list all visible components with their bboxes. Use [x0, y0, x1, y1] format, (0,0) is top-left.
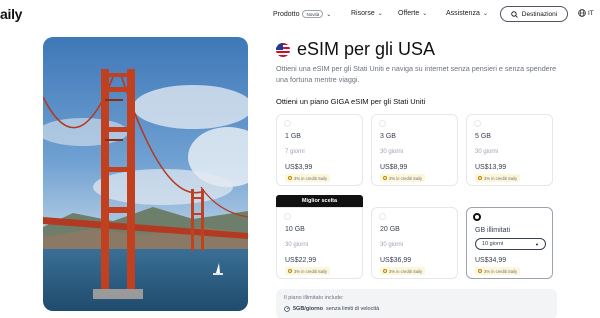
- chevron-down-icon: ⌄: [482, 11, 488, 17]
- nav-product-label: Prodotto: [273, 10, 300, 18]
- credit-badge: 3% in crediti Saily: [380, 267, 426, 275]
- plans-heading: Ottieni un piano GIGA eSIM per gli Stati…: [276, 97, 426, 106]
- coin-icon: [288, 176, 292, 180]
- plan-card-5gb[interactable]: 5 GB 30 giorni US$13,99 3% in crediti Sa…: [466, 114, 553, 186]
- nav-support[interactable]: Assistenza ⌄: [446, 10, 488, 17]
- nav-offers[interactable]: Offerte ⌄: [398, 10, 427, 17]
- usa-flag-icon: [276, 42, 290, 57]
- plan-data-amount: 1 GB: [285, 133, 301, 140]
- golden-gate-bridge-image: [43, 37, 248, 311]
- plan-card-1gb[interactable]: 1 GB 7 giorni US$3,99 3% in crediti Sail…: [276, 114, 363, 186]
- credit-badge: 3% in crediti Saily: [475, 174, 521, 182]
- coin-icon: [288, 269, 292, 273]
- destinations-button[interactable]: Destinazioni: [500, 6, 568, 22]
- plan-card-3gb[interactable]: 3 GB 30 giorni US$8,99 3% in crediti Sai…: [371, 114, 458, 186]
- coin-icon: [383, 269, 387, 273]
- plan-radio[interactable]: [379, 213, 386, 220]
- coin-icon: [478, 176, 482, 180]
- credit-badge: 3% in crediti Saily: [380, 174, 426, 182]
- nav-product[interactable]: Prodotto Novità ⌄: [273, 10, 331, 18]
- caret-down-icon: ▼: [535, 241, 539, 247]
- plan-data-amount: 20 GB: [380, 226, 400, 233]
- new-badge: Novità: [302, 10, 324, 18]
- plan-duration: 30 giorni: [285, 242, 309, 248]
- chevron-down-icon: ⌄: [326, 11, 332, 18]
- feature-text: senza limiti di velocità: [325, 306, 380, 312]
- duration-select[interactable]: 10 giorni ▼: [475, 238, 546, 250]
- plan-duration: 7 giorni: [285, 149, 305, 155]
- destinations-label: Destinazioni: [521, 10, 558, 18]
- plan-card-20gb[interactable]: 20 GB 30 giorni US$36,99 3% in crediti S…: [371, 207, 458, 279]
- plan-price: US$3,99: [285, 164, 313, 171]
- credit-label: 3% in crediti Saily: [484, 175, 518, 181]
- search-icon: [511, 10, 518, 18]
- plan-card-10gb[interactable]: 10 GB 30 giorni US$22,99 3% in crediti S…: [276, 207, 363, 279]
- globe-icon: [578, 9, 586, 17]
- credit-badge: 3% in crediti Saily: [285, 174, 331, 182]
- plan-radio[interactable]: [474, 120, 481, 127]
- language-selector[interactable]: IT: [578, 9, 594, 17]
- feature-bold: 5GB/giorno: [293, 306, 323, 312]
- plan-price: US$13,99: [475, 164, 507, 171]
- page-title: eSIM per gli USA: [297, 39, 436, 59]
- credit-label: 3% in crediti Saily: [389, 268, 423, 274]
- plan-data-amount: 10 GB: [285, 226, 305, 233]
- plan-radio[interactable]: [284, 120, 291, 127]
- plan-price: US$22,99: [285, 257, 317, 264]
- duration-select-value: 10 giorni: [482, 241, 504, 247]
- logo[interactable]: aily: [0, 6, 22, 22]
- plan-duration: 30 giorni: [380, 149, 404, 155]
- plan-radio[interactable]: [284, 213, 291, 220]
- plan-price: US$8,99: [380, 164, 408, 171]
- nav-support-label: Assistenza: [446, 10, 480, 17]
- unlimited-info-box: Il piano illimitato include: 5GB/giorno …: [276, 289, 557, 318]
- plan-card-unlimited[interactable]: GB illimitati 10 giorni ▼ US$34,99 3% in…: [466, 207, 553, 279]
- plan-data-amount: GB illimitati: [475, 227, 511, 234]
- plan-data-amount: 3 GB: [380, 133, 396, 140]
- unlimited-feature: 5GB/giorno senza limiti di velocità: [284, 306, 379, 312]
- plan-duration: 30 giorni: [380, 242, 404, 248]
- nav-resources-label: Risorse: [351, 10, 375, 17]
- nav-offers-label: Offerte: [398, 10, 420, 17]
- plan-radio-selected[interactable]: [473, 213, 481, 221]
- credit-badge: 3% in crediti Saily: [285, 267, 331, 275]
- plan-duration: 30 giorni: [475, 149, 499, 155]
- chevron-down-icon: ⌄: [377, 11, 383, 17]
- unlimited-info-heading: Il piano illimitato include:: [284, 295, 344, 301]
- language-label: IT: [588, 9, 594, 17]
- nav-resources[interactable]: Risorse ⌄: [351, 10, 383, 17]
- credit-label: 3% in crediti Saily: [294, 268, 328, 274]
- credit-label: 3% in crediti Saily: [294, 175, 328, 181]
- credit-label: 3% in crediti Saily: [484, 268, 518, 274]
- page-header: eSIM per gli USA: [276, 39, 435, 60]
- speed-icon: [284, 306, 290, 312]
- coin-icon: [383, 176, 387, 180]
- plan-data-amount: 5 GB: [475, 133, 491, 140]
- page-description: Ottieni una eSIM per gli Stati Uniti e n…: [276, 64, 557, 84]
- plan-price: US$34,99: [475, 257, 507, 264]
- plan-price: US$36,99: [380, 257, 412, 264]
- coin-icon: [478, 269, 482, 273]
- best-choice-tag: Miglior scelta: [276, 195, 363, 207]
- credit-badge: 3% in crediti Saily: [475, 267, 521, 275]
- credit-label: 3% in crediti Saily: [389, 175, 423, 181]
- plan-radio[interactable]: [379, 120, 386, 127]
- chevron-down-icon: ⌄: [422, 11, 428, 17]
- top-nav: aily Prodotto Novità ⌄ Risorse ⌄ Offerte…: [0, 0, 600, 30]
